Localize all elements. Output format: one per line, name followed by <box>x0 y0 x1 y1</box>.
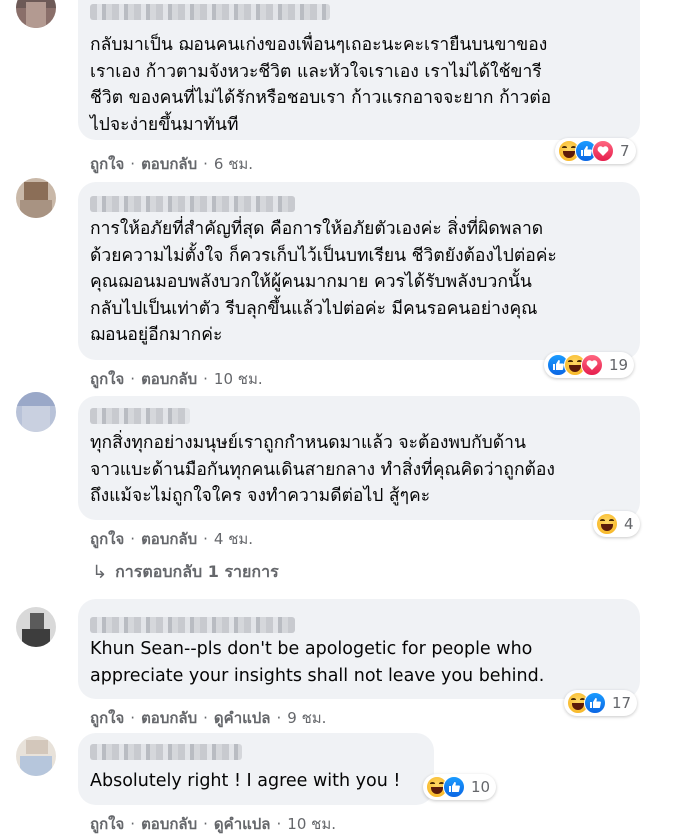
reaction-summary[interactable]: 4 <box>593 511 640 537</box>
timestamp[interactable]: 6 ชม. <box>214 155 253 173</box>
commenter-name-blurred[interactable] <box>90 196 295 212</box>
comment-actions: ถูกใจ · ตอบกลับ · ดูคำแปล · 10 ชม. <box>90 815 336 833</box>
comment-bubble: Khun Sean--pls don't be apologetic for p… <box>78 599 640 699</box>
avatar[interactable] <box>16 392 56 432</box>
reply-button[interactable]: ตอบกลับ <box>141 709 197 727</box>
comment-bubble: ทุกสิ่งทุกอย่างมนุษย์เราถูกกำหนดมาแล้ว จ… <box>78 396 640 520</box>
avatar[interactable] <box>16 0 56 28</box>
comment-text: การให้อภัยที่สำคัญที่สุด คือการให้อภัยตั… <box>90 219 557 345</box>
reply-arrow-icon: ↳ <box>92 562 108 583</box>
reply-button[interactable]: ตอบกลับ <box>141 530 197 548</box>
replies-count-label: การตอบกลับ 1 รายการ <box>115 562 279 581</box>
reaction-summary[interactable]: 17 <box>564 690 638 716</box>
reaction-count: 7 <box>620 142 630 160</box>
like-reaction-icon <box>584 692 606 714</box>
timestamp[interactable]: 9 ชม. <box>287 709 326 727</box>
reaction-count: 4 <box>624 515 634 533</box>
see-translation-button[interactable]: ดูคำแปล <box>214 815 271 833</box>
avatar[interactable] <box>16 736 56 776</box>
commenter-name-blurred[interactable] <box>90 617 295 633</box>
haha-reaction-icon <box>596 513 618 535</box>
love-reaction-icon <box>592 140 614 162</box>
like-button[interactable]: ถูกใจ <box>90 530 124 548</box>
comment-actions: ถูกใจ · ตอบกลับ · 4 ชม. <box>90 530 254 548</box>
reaction-count: 17 <box>612 694 632 712</box>
comment-actions: ถูกใจ · ตอบกลับ · ดูคำแปล · 9 ชม. <box>90 709 327 727</box>
like-button[interactable]: ถูกใจ <box>90 155 124 173</box>
timestamp[interactable]: 4 ชม. <box>214 530 253 548</box>
see-translation-button[interactable]: ดูคำแปล <box>214 709 271 727</box>
reaction-summary[interactable]: 7 <box>555 138 636 164</box>
view-replies-link[interactable]: ↳ การตอบกลับ 1 รายการ <box>92 560 279 585</box>
reaction-count: 10 <box>471 778 491 796</box>
timestamp[interactable]: 10 ชม. <box>214 370 263 388</box>
commenter-name-blurred[interactable] <box>90 744 242 760</box>
reaction-summary[interactable]: 10 <box>423 774 497 800</box>
like-reaction-icon <box>443 776 465 798</box>
reaction-summary[interactable]: 19 <box>544 352 635 378</box>
reply-button[interactable]: ตอบกลับ <box>141 155 197 173</box>
avatar[interactable] <box>16 178 56 218</box>
love-reaction-icon <box>581 354 603 376</box>
comment-text: ทุกสิ่งทุกอย่างมนุษย์เราถูกกำหนดมาแล้ว จ… <box>90 433 555 506</box>
comment-bubble: กลับมาเป็น ฌอนคนเก่งของเพื่อนๆเถอะนะคะเร… <box>78 0 640 140</box>
comment-text: Absolutely right ! I agree with you ! <box>90 771 401 791</box>
like-button[interactable]: ถูกใจ <box>90 815 124 833</box>
comment-actions: ถูกใจ · ตอบกลับ · 10 ชม. <box>90 370 263 388</box>
commenter-name-blurred[interactable] <box>90 4 330 20</box>
comment-bubble: Absolutely right ! I agree with you ! <box>78 733 434 805</box>
reply-button[interactable]: ตอบกลับ <box>141 815 197 833</box>
like-button[interactable]: ถูกใจ <box>90 709 124 727</box>
comment-text: กลับมาเป็น ฌอนคนเก่งของเพื่อนๆเถอะนะคะเร… <box>90 35 552 135</box>
commenter-name-blurred[interactable] <box>90 408 190 424</box>
timestamp[interactable]: 10 ชม. <box>287 815 336 833</box>
avatar[interactable] <box>16 607 56 647</box>
comment-text: Khun Sean--pls don't be apologetic for p… <box>90 639 545 686</box>
like-button[interactable]: ถูกใจ <box>90 370 124 388</box>
comment-bubble: การให้อภัยที่สำคัญที่สุด คือการให้อภัยตั… <box>78 182 640 360</box>
comment-actions: ถูกใจ · ตอบกลับ · 6 ชม. <box>90 155 254 173</box>
reply-button[interactable]: ตอบกลับ <box>141 370 197 388</box>
reaction-count: 19 <box>609 356 629 374</box>
